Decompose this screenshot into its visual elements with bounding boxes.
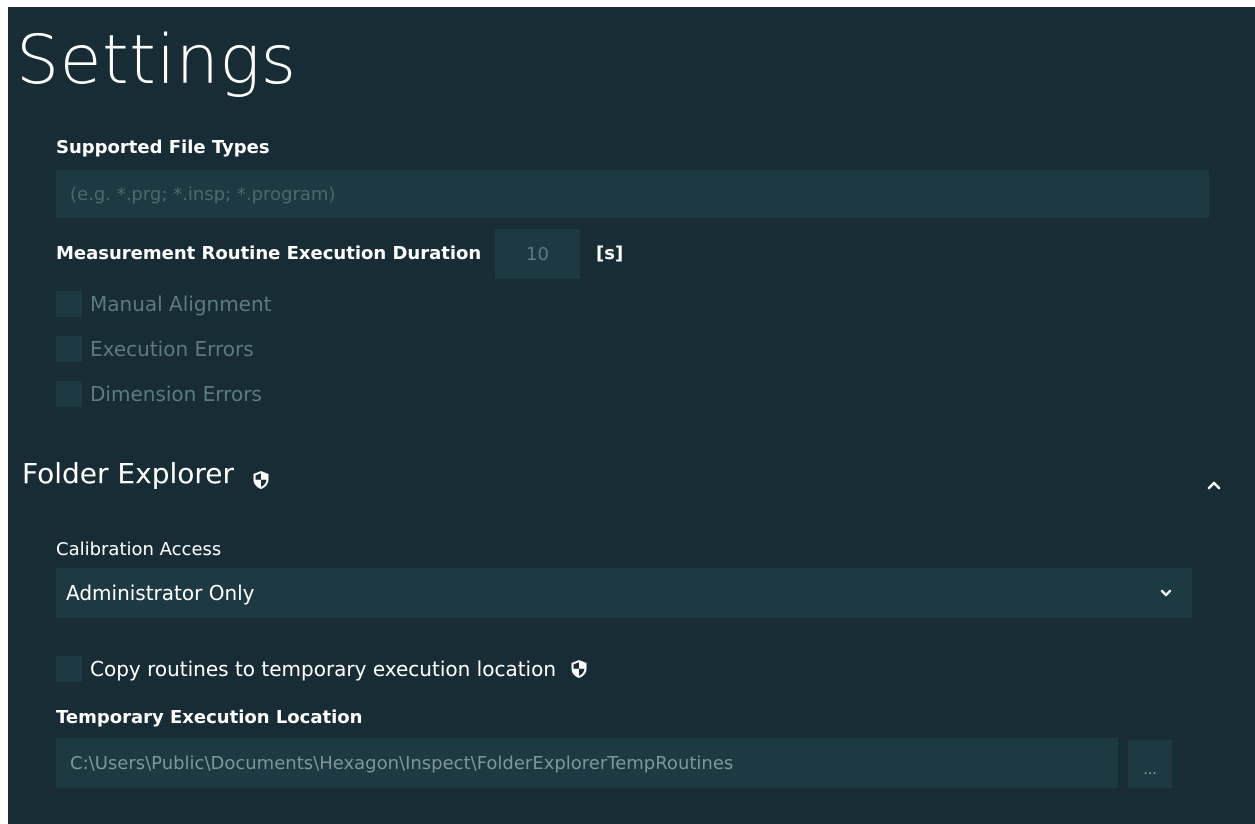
copy-routines-checkbox[interactable] bbox=[56, 656, 82, 682]
chevron-down-icon bbox=[1160, 589, 1172, 597]
calibration-access-select[interactable]: Administrator Only bbox=[56, 568, 1192, 618]
dimension-errors-checkbox[interactable] bbox=[56, 381, 82, 407]
execution-errors-label: Execution Errors bbox=[90, 337, 254, 361]
execution-duration-label: Measurement Routine Execution Duration bbox=[56, 243, 482, 264]
execution-duration-unit: [s] bbox=[596, 243, 624, 264]
manual-alignment-checkbox[interactable] bbox=[56, 291, 82, 317]
execution-duration-input[interactable]: 10 bbox=[495, 229, 580, 279]
checkbox-row-manual-alignment[interactable]: Manual Alignment bbox=[56, 290, 272, 318]
folder-explorer-header: Folder Explorer bbox=[22, 457, 270, 490]
temp-location-input[interactable]: C:\Users\Public\Documents\Hexagon\Inspec… bbox=[56, 738, 1118, 788]
settings-window: Settings Supported File Types Measuremen… bbox=[8, 7, 1255, 824]
chevron-up-icon bbox=[1207, 481, 1221, 490]
dimension-errors-label: Dimension Errors bbox=[90, 382, 262, 406]
checkbox-row-execution-errors[interactable]: Execution Errors bbox=[56, 335, 254, 363]
checkbox-row-dimension-errors[interactable]: Dimension Errors bbox=[56, 380, 262, 408]
execution-errors-checkbox[interactable] bbox=[56, 336, 82, 362]
shield-icon bbox=[570, 659, 588, 679]
copy-routines-label: Copy routines to temporary execution loc… bbox=[90, 657, 557, 681]
page-title: Settings bbox=[16, 21, 297, 100]
calibration-access-label: Calibration Access bbox=[56, 539, 222, 560]
checkbox-row-copy-routines[interactable]: Copy routines to temporary execution loc… bbox=[56, 655, 588, 683]
manual-alignment-label: Manual Alignment bbox=[90, 292, 272, 316]
temp-location-label: Temporary Execution Location bbox=[56, 707, 363, 728]
file-types-input[interactable] bbox=[56, 170, 1209, 218]
browse-button[interactable]: ... bbox=[1128, 740, 1172, 788]
folder-explorer-title: Folder Explorer bbox=[22, 457, 235, 490]
shield-icon bbox=[252, 464, 270, 489]
file-types-label: Supported File Types bbox=[56, 137, 270, 158]
calibration-access-value: Administrator Only bbox=[66, 581, 255, 605]
collapse-section-button[interactable] bbox=[1202, 473, 1226, 497]
